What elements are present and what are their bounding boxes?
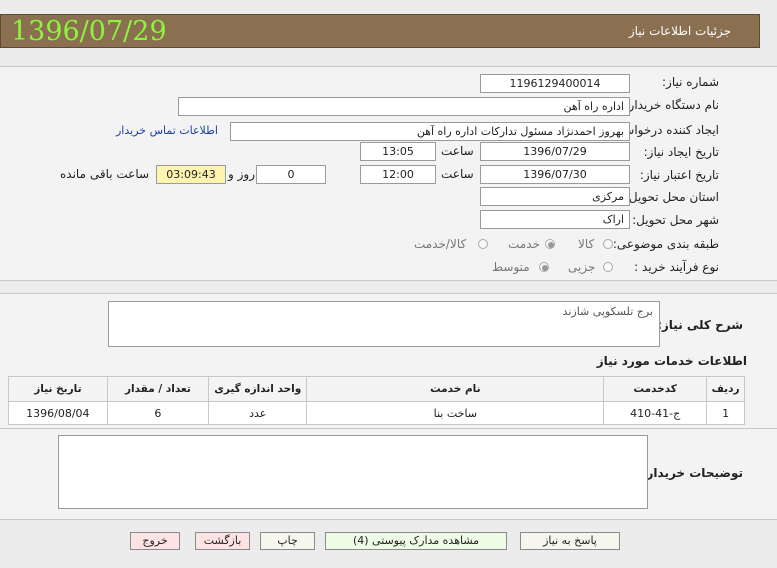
validity-time-label: ساعت: [441, 167, 474, 181]
cell-unit: عدد: [208, 401, 308, 425]
need-details-panel: شماره نیاز: 1196129400014 نام دستگاه خری…: [0, 66, 777, 281]
notes-textarea[interactable]: [58, 435, 648, 509]
created-time-field[interactable]: 13:05: [360, 142, 436, 161]
process-option-minor: جزیی: [568, 260, 596, 274]
back-button[interactable]: بازگشت: [195, 532, 250, 550]
process-label: نوع فرآیند خرید :: [634, 260, 719, 274]
need-number-label: شماره نیاز:: [662, 75, 719, 89]
buyer-contact-link[interactable]: اطلاعات تماس خریدار: [116, 124, 218, 137]
services-table: تاریخ نیاز تعداد / مقدار واحد اندازه گیر…: [8, 376, 745, 425]
services-header-row: تاریخ نیاز تعداد / مقدار واحد اندازه گیر…: [8, 376, 745, 402]
days-label: روز و: [228, 167, 255, 181]
city-label: شهر محل تحویل:: [632, 213, 719, 227]
col-service-name: نام خدمت: [306, 376, 605, 402]
cell-need-date: 1396/08/04: [8, 401, 108, 425]
remaining-days-field[interactable]: 0: [256, 165, 326, 184]
notes-label: توضیحات خریدار:: [641, 466, 743, 480]
process-radio-medium[interactable]: [539, 262, 549, 272]
summary-textarea[interactable]: برج تلسکوپی شازند: [108, 301, 660, 347]
cell-service-code: ج-41-410: [603, 401, 708, 425]
category-option-goods-service: کالا/خدمت: [414, 237, 467, 251]
view-attachments-button[interactable]: مشاهده مدارک پیوستی (4): [325, 532, 507, 550]
remaining-time-label: ساعت باقی مانده: [60, 167, 150, 181]
header-title: جزئیات اطلاعات نیاز: [628, 24, 731, 38]
province-label: استان محل تحویل:: [624, 190, 719, 204]
created-date-field[interactable]: 1396/07/29: [480, 142, 630, 161]
category-option-service: خدمت: [508, 237, 540, 251]
buyer-org-label: نام دستگاه خریدار:: [624, 98, 720, 112]
col-service-code: کدخدمت: [603, 376, 708, 402]
remaining-time-field: 03:09:43: [156, 165, 226, 184]
validity-date-field[interactable]: 1396/07/30: [480, 165, 630, 184]
requester-field[interactable]: بهروز احمدنژاد مسئول تدارکات اداره راه آ…: [230, 122, 630, 141]
validity-date-label: تاریخ اعتبار نیاز:: [639, 168, 719, 182]
city-field[interactable]: اراک: [480, 210, 630, 229]
col-quantity: تعداد / مقدار: [106, 376, 210, 402]
col-unit: واحد اندازه گیری: [208, 376, 308, 402]
col-need-date: تاریخ نیاز: [8, 376, 108, 402]
process-option-medium: متوسط: [492, 260, 530, 274]
created-date-label: تاریخ ایجاد نیاز:: [643, 145, 719, 159]
need-number-field[interactable]: 1196129400014: [480, 74, 630, 93]
category-radio-goods[interactable]: [603, 239, 613, 249]
exit-button[interactable]: خروج: [130, 532, 180, 550]
category-option-goods: کالا: [578, 237, 595, 251]
col-row: ردیف: [706, 376, 745, 402]
process-radio-minor[interactable]: [603, 262, 613, 272]
services-title: اطلاعات خدمات مورد نیاز: [596, 354, 747, 368]
print-button[interactable]: چاپ: [260, 532, 315, 550]
header-date: 1396/07/29: [11, 16, 167, 47]
cell-service-name: ساخت بنا: [306, 401, 605, 425]
category-radio-goods-service[interactable]: [478, 239, 488, 249]
category-radio-service[interactable]: [545, 239, 555, 249]
validity-time-field[interactable]: 12:00: [360, 165, 436, 184]
notes-panel: توضیحات خریدار:: [0, 428, 777, 520]
table-row: 1396/08/04 6 عدد ساخت بنا ج-41-410 1: [8, 401, 745, 425]
created-time-label: ساعت: [441, 144, 474, 158]
summary-panel: شرح کلی نیاز: برج تلسکوپی شازند اطلاعات …: [0, 293, 777, 430]
reply-button[interactable]: پاسخ به نیاز: [520, 532, 620, 550]
category-label: طبقه بندی موضوعی:: [612, 237, 719, 251]
summary-label: شرح کلی نیاز:: [657, 318, 743, 332]
buyer-org-field[interactable]: اداره راه آهن: [178, 97, 630, 116]
cell-quantity: 6: [106, 401, 210, 425]
page-header: 1396/07/29 جزئیات اطلاعات نیاز: [0, 14, 760, 48]
province-field[interactable]: مرکزی: [480, 187, 630, 206]
cell-row-number: 1: [706, 401, 745, 425]
